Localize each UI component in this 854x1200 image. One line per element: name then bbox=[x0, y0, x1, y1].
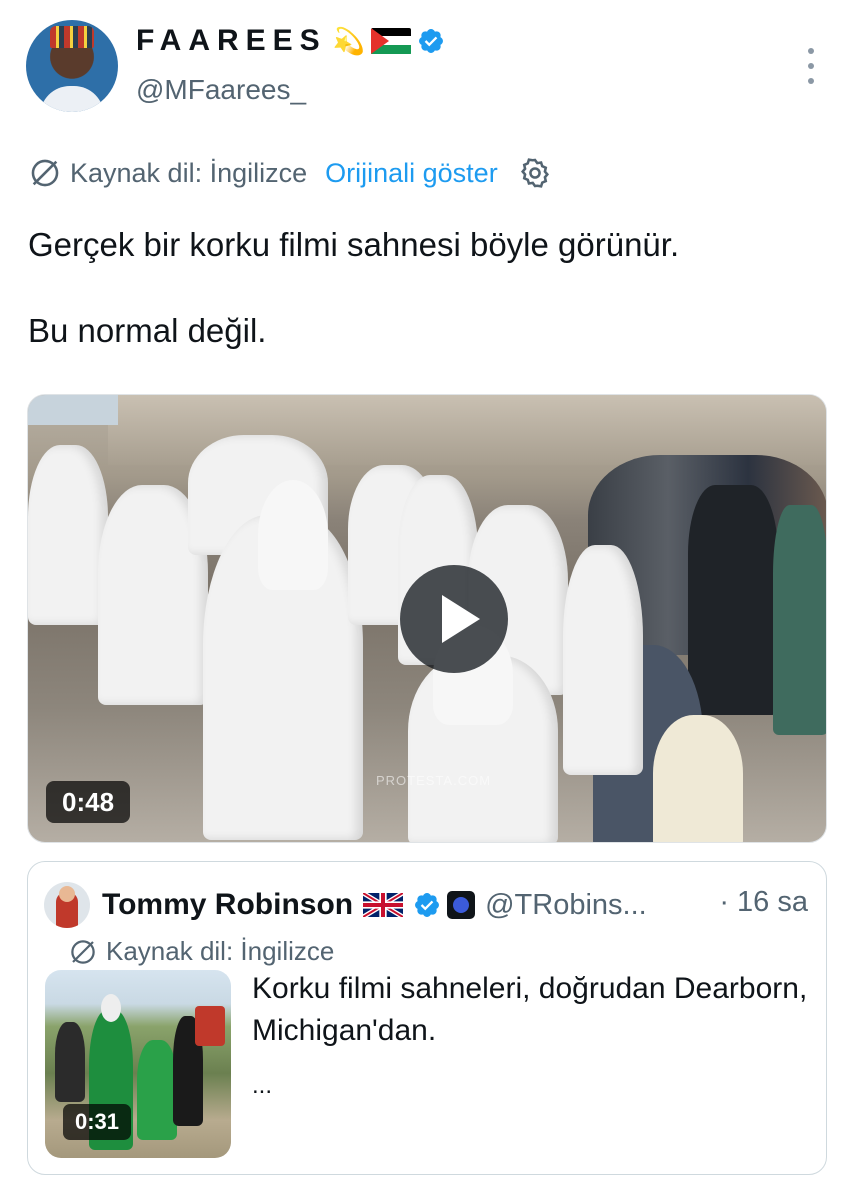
quoted-video-duration-badge: 0:31 bbox=[63, 1104, 132, 1140]
source-language-label: Kaynak dil: İngilizce bbox=[70, 157, 308, 188]
author-name-row[interactable]: FAAREES 💫 bbox=[136, 24, 445, 58]
uk-flag-icon bbox=[363, 893, 404, 917]
more-options-icon[interactable] bbox=[806, 48, 816, 84]
quoted-tweet[interactable]: Tommy Robinson @TRobins... · 16 sa Kayna… bbox=[27, 861, 827, 1175]
quoted-author-handle[interactable]: @TRobins... bbox=[485, 889, 647, 922]
verified-badge-icon bbox=[419, 29, 444, 53]
video-scene-spectator bbox=[688, 485, 778, 715]
video-scene-sky bbox=[28, 395, 118, 425]
thumbnail-figure bbox=[137, 1040, 177, 1140]
tweet-text: Gerçek bir korku filmi sahnesi böyle gör… bbox=[28, 222, 818, 394]
show-original-link[interactable]: Orijinali göster bbox=[325, 158, 498, 189]
quoted-author-avatar[interactable] bbox=[44, 882, 90, 928]
thumbnail-figure bbox=[195, 1006, 225, 1046]
quoted-tweet-header: Tommy Robinson @TRobins... bbox=[44, 882, 647, 928]
tweet-header: FAAREES 💫 @MFaarees_ bbox=[26, 18, 826, 114]
thumbnail-figure bbox=[55, 1022, 85, 1102]
video-scene-figure bbox=[563, 545, 643, 775]
author-handle[interactable]: @MFaarees_ bbox=[136, 74, 306, 106]
tweet-text-line: Gerçek bir korku filmi sahnesi böyle gör… bbox=[28, 226, 680, 263]
quoted-tweet-ellipsis: ... bbox=[252, 1072, 273, 1099]
tweet-text-line: Bu normal değil. bbox=[28, 312, 267, 349]
quoted-source-language-label: Kaynak dil: İngilizce bbox=[106, 936, 335, 966]
sparkle-emoji-icon: 💫 bbox=[332, 26, 366, 56]
gear-icon[interactable] bbox=[518, 156, 552, 190]
quoted-tweet-text: Korku filmi sahneleri, doğrudan Dearborn… bbox=[252, 972, 808, 1047]
quoted-tweet-timestamp[interactable]: · 16 sa bbox=[719, 886, 808, 919]
avatar-hat bbox=[50, 26, 94, 48]
verified-badge-icon bbox=[415, 893, 440, 917]
translation-bar: Kaynak dil: İngilizce Orijinali göster bbox=[28, 156, 552, 190]
video-scene-hood bbox=[258, 480, 328, 590]
translate-globe-icon bbox=[31, 159, 59, 187]
video-player[interactable]: PROTESTA.COM 0:48 bbox=[27, 394, 827, 843]
avatar-shirt bbox=[40, 86, 104, 112]
quoted-translation-bar: Kaynak dil: İngilizce bbox=[68, 936, 334, 967]
quoted-video-thumbnail[interactable]: 0:31 bbox=[45, 970, 231, 1158]
video-duration-badge: 0:48 bbox=[46, 781, 131, 823]
video-scene-child bbox=[653, 715, 743, 842]
author-display-name[interactable]: FAAREES bbox=[136, 24, 327, 58]
translate-globe-icon bbox=[71, 939, 95, 964]
palestine-flag-icon bbox=[371, 27, 412, 55]
play-button[interactable] bbox=[400, 565, 508, 673]
video-watermark: PROTESTA.COM bbox=[376, 773, 492, 788]
video-scene-spectator bbox=[773, 505, 826, 735]
author-avatar[interactable] bbox=[26, 20, 118, 112]
quoted-author-name[interactable]: Tommy Robinson bbox=[102, 888, 353, 922]
video-scene-figure bbox=[28, 445, 108, 625]
affiliate-badge-icon bbox=[447, 891, 476, 919]
play-icon bbox=[442, 595, 480, 643]
thumbnail-figure bbox=[101, 994, 121, 1022]
